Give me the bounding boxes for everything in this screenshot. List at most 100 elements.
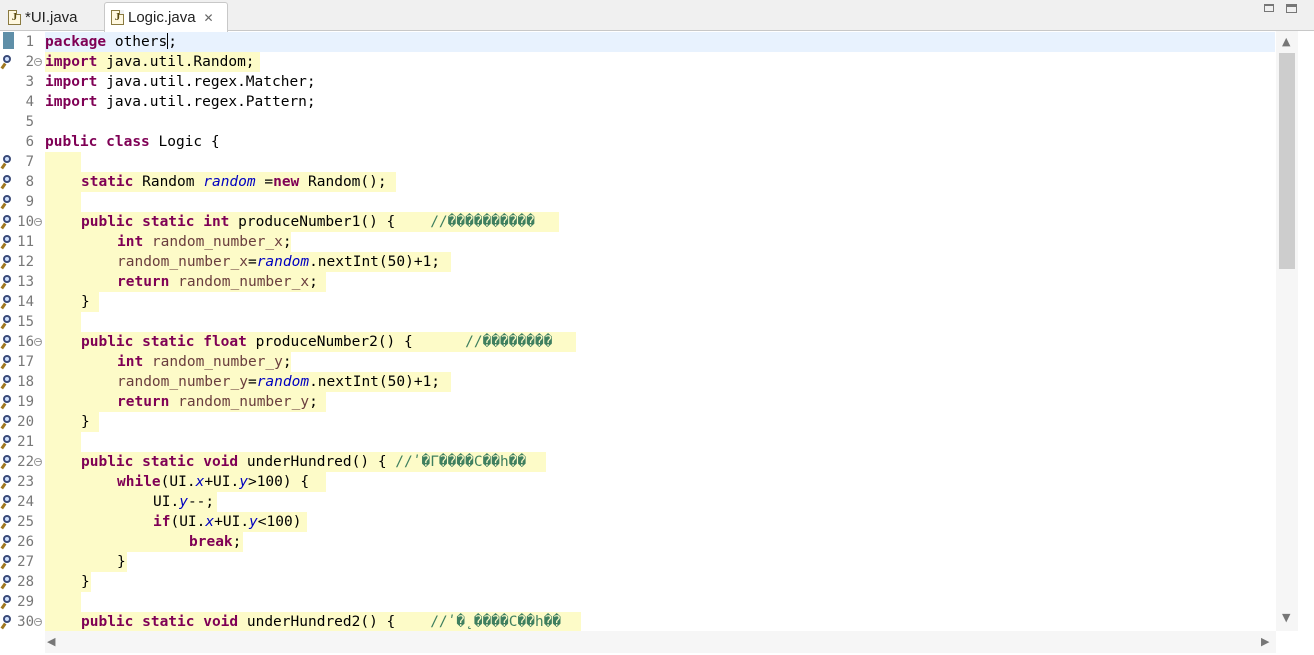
line-number: 8 [25,174,34,190]
java-file-icon: J [8,9,21,25]
line-number: 19 [17,394,34,410]
code-line: UI.y--; [153,494,215,510]
vertical-scrollbar[interactable]: ▲ ▼ [1276,31,1298,631]
code-line: return random_number_x; [117,274,318,290]
fold-icon[interactable]: − [34,218,42,226]
code-line: random_number_x=random.nextInt(50)+1; [117,254,441,270]
search-occurrence-icon[interactable] [0,354,15,370]
code-line: public static float produceNumber2() { /… [81,334,553,350]
tab-logic-java[interactable]: J Logic.java ✕ [104,2,228,32]
code-editor[interactable]: 1 2−3 4 5 6 7 8 9 10−11 12 13 14 15 16−17 18 19 20 21 22−2… [0,31,1314,655]
line-number: 1 [25,34,34,50]
line-number: 29 [17,594,34,610]
search-occurrence-icon[interactable] [0,514,15,530]
line-number: 4 [25,94,34,110]
line-number: 30 [17,614,34,630]
search-occurrence-icon[interactable] [0,474,15,490]
line-number: 28 [17,574,34,590]
line-number: 7 [25,154,34,170]
line-number: 6 [25,134,34,150]
tab-ui-java[interactable]: J *UI.java [2,3,102,31]
search-occurrence-icon[interactable] [0,454,15,470]
search-occurrence-icon[interactable] [0,54,15,70]
search-occurrence-icon[interactable] [0,254,15,270]
line-number: 21 [17,434,34,450]
horizontal-scrollbar[interactable]: ◀ ▶ [45,631,1276,653]
line-number: 15 [17,314,34,330]
fold-icon[interactable]: − [34,58,42,66]
java-file-icon: J [111,10,124,25]
line-number: 26 [17,534,34,550]
line-number: 3 [25,74,34,90]
code-line: while(UI.x+UI.y>100) { [117,474,310,490]
code-line: public static void underHundred() { //ʹ�… [81,454,527,470]
code-line: int random_number_y; [117,354,292,370]
code-line: public class Logic { [45,134,220,150]
fold-icon[interactable]: − [34,338,42,346]
line-number: 16 [17,334,34,350]
code-line: } [81,414,90,430]
code-line: int random_number_x; [117,234,292,250]
search-occurrence-icon[interactable] [0,174,15,190]
tab-label: Logic.java [128,9,196,26]
arrow-left-icon[interactable]: ◀ [47,635,55,648]
search-occurrence-icon[interactable] [0,154,15,170]
current-line-marker [3,32,14,49]
line-number: 25 [17,514,34,530]
search-occurrence-icon[interactable] [0,374,15,390]
search-occurrence-icon[interactable] [0,394,15,410]
code-line: return random_number_y; [117,394,318,410]
search-occurrence-icon[interactable] [0,314,15,330]
maximize-icon[interactable] [1286,4,1297,13]
search-occurrence-icon[interactable] [0,214,15,230]
code-line: } [81,294,90,310]
editor-tab-bar: J *UI.java J Logic.java ✕ [0,0,1314,32]
line-number: 20 [17,414,34,430]
line-number: 23 [17,474,34,490]
annotation-ruler [0,31,16,631]
line-number: 5 [25,114,34,130]
line-number: 18 [17,374,34,390]
line-number: 9 [25,194,34,210]
code-line: package others; [45,33,177,50]
code-line: break; [189,534,242,550]
arrow-right-icon[interactable]: ▶ [1261,635,1269,648]
line-number: 27 [17,554,34,570]
code-area[interactable]: package others; import java.util.Random;… [45,31,1275,631]
fold-icon[interactable]: − [34,618,42,626]
search-occurrence-icon[interactable] [0,434,15,450]
code-line: import java.util.Random; [45,54,255,70]
line-number: 14 [17,294,34,310]
vertical-scroll-thumb[interactable] [1279,53,1295,269]
search-occurrence-icon[interactable] [0,494,15,510]
search-occurrence-icon[interactable] [0,274,15,290]
search-occurrence-icon[interactable] [0,594,15,610]
line-number: 10 [17,214,34,230]
current-line-highlight [45,32,1275,52]
line-number: 13 [17,274,34,290]
search-occurrence-icon[interactable] [0,294,15,310]
search-occurrence-icon[interactable] [0,334,15,350]
line-number: 17 [17,354,34,370]
fold-icon[interactable]: − [34,458,42,466]
code-line: public static int produceNumber1() { //�… [81,214,535,230]
code-line: static Random random =new Random(); [81,174,387,190]
search-occurrence-icon[interactable] [0,414,15,430]
occurrence-highlight [45,152,81,631]
search-occurrence-icon[interactable] [0,194,15,210]
search-occurrence-icon[interactable] [0,614,15,630]
tab-label: *UI.java [25,8,78,26]
line-number: 22 [17,454,34,470]
line-number: 2 [25,54,34,70]
search-occurrence-icon[interactable] [0,574,15,590]
search-occurrence-icon[interactable] [0,234,15,250]
search-occurrence-icon[interactable] [0,554,15,570]
line-number: 11 [17,234,34,250]
arrow-down-icon[interactable]: ▼ [1282,611,1290,624]
arrow-up-icon[interactable]: ▲ [1282,35,1290,48]
code-line: random_number_y=random.nextInt(50)+1; [117,374,441,390]
code-line: public static void underHundred2() { //ʹ… [81,614,562,630]
close-icon[interactable]: ✕ [204,11,214,25]
minimize-icon[interactable] [1264,4,1274,12]
search-occurrence-icon[interactable] [0,534,15,550]
